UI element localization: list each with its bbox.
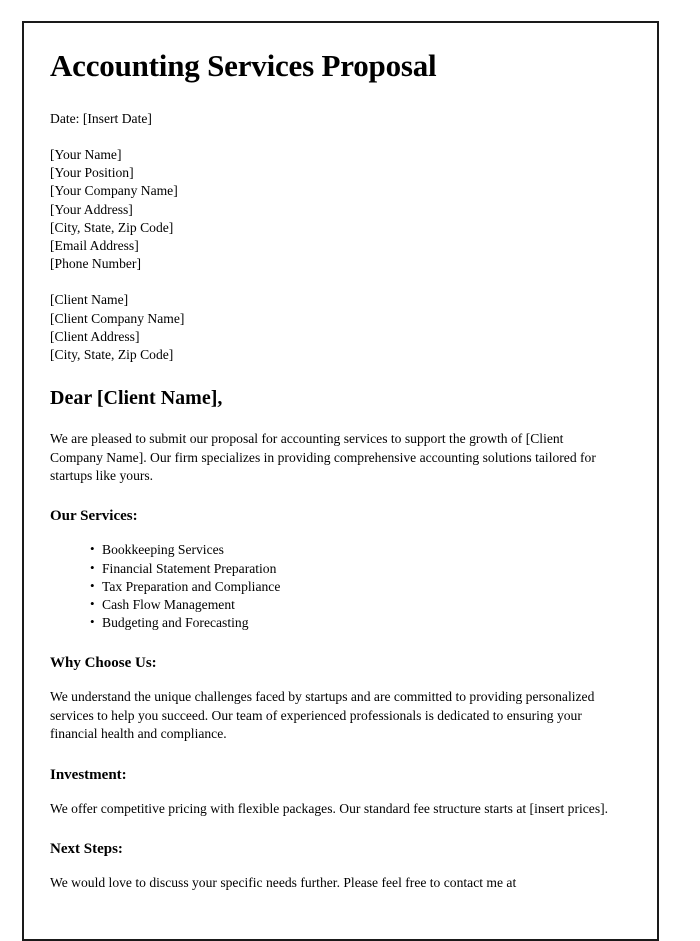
date-line: Date: [Insert Date] [50,110,152,126]
document-page: Accounting Services Proposal Date: [Inse… [22,21,659,941]
section-heading-next-steps: Next Steps: [50,841,123,858]
sender-line: [Your Name] [50,146,122,162]
section-heading-our-services: Our Services: [50,508,138,525]
sender-line: [City, State, Zip Code] [50,219,174,235]
section-heading-why-choose-us: Why Choose Us: [50,655,157,672]
recipient-address-block: [Client Name] [Client Company Name] [Cli… [50,291,627,364]
intro-paragraph: We are pleased to submit our proposal fo… [50,431,596,483]
document-content: Accounting Services Proposal Date: [Inse… [24,23,657,892]
date-line-block: Date: [Insert Date] [50,110,627,128]
sender-line: [Phone Number] [50,256,141,272]
section-heading-investment: Investment: [50,766,127,783]
list-item: Budgeting and Forecasting [90,613,627,632]
sender-line: [Your Address] [50,201,133,217]
page-title: Accounting Services Proposal [50,48,437,83]
sender-line: [Email Address] [50,237,139,253]
sender-line: [Your Position] [50,165,134,181]
sender-address-block: [Your Name] [Your Position] [Your Compan… [50,146,627,273]
recipient-line: [City, State, Zip Code] [50,346,174,362]
list-item: Cash Flow Management [90,595,627,614]
list-item: Tax Preparation and Compliance [90,577,627,596]
list-item: Bookkeeping Services [90,540,627,559]
recipient-line: [Client Company Name] [50,310,185,326]
investment-paragraph: We offer competitive pricing with flexib… [50,800,609,816]
list-item: Financial Statement Preparation [90,559,627,578]
salutation: Dear [Client Name], [50,387,223,410]
next-steps-paragraph: We would love to discuss your specific n… [50,875,517,891]
services-list: Bookkeeping Services Financial Statement… [50,540,627,632]
recipient-line: [Client Address] [50,328,140,344]
sender-line: [Your Company Name] [50,183,178,199]
recipient-line: [Client Name] [50,292,129,308]
why-choose-us-paragraph: We understand the unique challenges face… [50,689,595,742]
